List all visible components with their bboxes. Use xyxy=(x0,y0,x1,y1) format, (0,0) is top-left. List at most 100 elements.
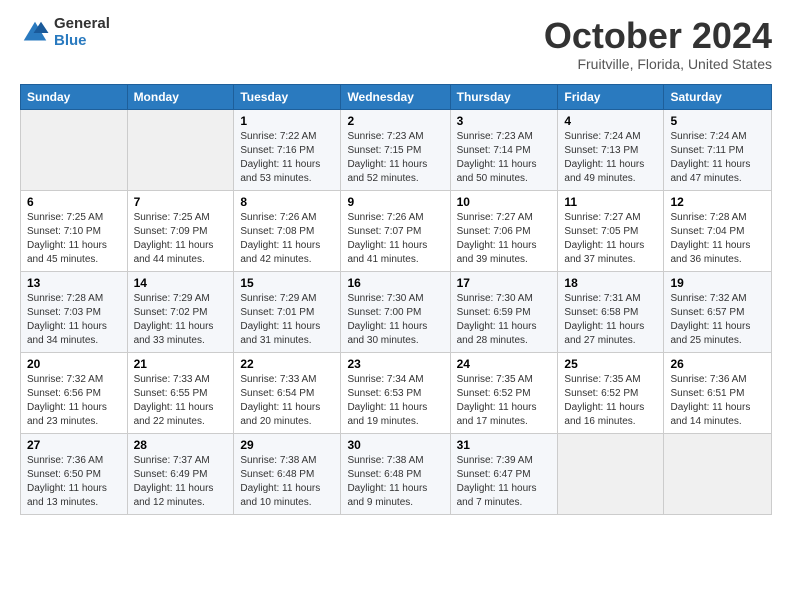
day-info: Sunrise: 7:29 AMSunset: 7:02 PMDaylight:… xyxy=(134,292,228,348)
day-number: 12 xyxy=(670,195,765,209)
day-number: 31 xyxy=(457,438,552,452)
day-number: 20 xyxy=(27,357,121,371)
calendar-cell: 22 Sunrise: 7:33 AMSunset: 6:54 PMDayligh… xyxy=(234,352,341,433)
calendar-cell: 13 Sunrise: 7:28 AMSunset: 7:03 PMDayligh… xyxy=(21,271,128,352)
calendar-cell: 24 Sunrise: 7:35 AMSunset: 6:52 PMDayligh… xyxy=(450,352,558,433)
day-info: Sunrise: 7:36 AMSunset: 6:50 PMDaylight:… xyxy=(27,454,121,510)
calendar-cell: 26 Sunrise: 7:36 AMSunset: 6:51 PMDayligh… xyxy=(664,352,772,433)
day-info: Sunrise: 7:33 AMSunset: 6:54 PMDaylight:… xyxy=(240,373,334,429)
day-info: Sunrise: 7:28 AMSunset: 7:03 PMDaylight:… xyxy=(27,292,121,348)
day-number: 15 xyxy=(240,276,334,290)
day-info: Sunrise: 7:32 AMSunset: 6:57 PMDaylight:… xyxy=(670,292,765,348)
day-number: 13 xyxy=(27,276,121,290)
calendar-cell xyxy=(127,109,234,190)
day-info: Sunrise: 7:22 AMSunset: 7:16 PMDaylight:… xyxy=(240,130,334,186)
day-info: Sunrise: 7:29 AMSunset: 7:01 PMDaylight:… xyxy=(240,292,334,348)
day-info: Sunrise: 7:35 AMSunset: 6:52 PMDaylight:… xyxy=(457,373,552,429)
calendar-cell: 28 Sunrise: 7:37 AMSunset: 6:49 PMDayligh… xyxy=(127,433,234,514)
weekday-sunday: Sunday xyxy=(21,84,128,109)
calendar-cell: 18 Sunrise: 7:31 AMSunset: 6:58 PMDayligh… xyxy=(558,271,664,352)
calendar-cell: 27Sunrise: 7:36 AMSunset: 6:50 PMDayligh… xyxy=(21,433,128,514)
calendar-cell: 14 Sunrise: 7:29 AMSunset: 7:02 PMDayligh… xyxy=(127,271,234,352)
day-number: 25 xyxy=(564,357,657,371)
day-number: 24 xyxy=(457,357,552,371)
day-number: 9 xyxy=(347,195,443,209)
day-info: Sunrise: 7:39 AMSunset: 6:47 PMDaylight:… xyxy=(457,454,552,510)
calendar-cell: 8Sunrise: 7:26 AMSunset: 7:08 PMDaylight… xyxy=(234,190,341,271)
calendar-cell: 21Sunrise: 7:33 AMSunset: 6:55 PMDayligh… xyxy=(127,352,234,433)
calendar-cell xyxy=(558,433,664,514)
calendar-header: SundayMondayTuesdayWednesdayThursdayFrid… xyxy=(21,84,772,109)
header: General Blue October 2024 Fruitville, Fl… xyxy=(20,16,772,72)
week-row-2: 13 Sunrise: 7:28 AMSunset: 7:03 PMDayligh… xyxy=(21,271,772,352)
day-number: 18 xyxy=(564,276,657,290)
day-number: 26 xyxy=(670,357,765,371)
logo-general: General xyxy=(54,16,110,33)
calendar-cell: 2Sunrise: 7:23 AMSunset: 7:15 PMDaylight… xyxy=(341,109,450,190)
day-number: 3 xyxy=(457,114,552,128)
day-number: 2 xyxy=(347,114,443,128)
week-row-1: 6 Sunrise: 7:25 AMSunset: 7:10 PMDaylight… xyxy=(21,190,772,271)
calendar-cell: 4 Sunrise: 7:24 AMSunset: 7:13 PMDaylight… xyxy=(558,109,664,190)
calendar-cell xyxy=(21,109,128,190)
day-info: Sunrise: 7:30 AMSunset: 7:00 PMDaylight:… xyxy=(347,292,443,348)
calendar-cell: 20Sunrise: 7:32 AMSunset: 6:56 PMDayligh… xyxy=(21,352,128,433)
weekday-monday: Monday xyxy=(127,84,234,109)
day-number: 30 xyxy=(347,438,443,452)
logo-blue-text: Blue xyxy=(54,33,110,50)
day-info: Sunrise: 7:28 AMSunset: 7:04 PMDaylight:… xyxy=(670,211,765,267)
day-info: Sunrise: 7:37 AMSunset: 6:49 PMDaylight:… xyxy=(134,454,228,510)
day-info: Sunrise: 7:30 AMSunset: 6:59 PMDaylight:… xyxy=(457,292,552,348)
day-number: 4 xyxy=(564,114,657,128)
calendar-cell: 12 Sunrise: 7:28 AMSunset: 7:04 PMDayligh… xyxy=(664,190,772,271)
calendar-cell: 23 Sunrise: 7:34 AMSunset: 6:53 PMDayligh… xyxy=(341,352,450,433)
day-info: Sunrise: 7:33 AMSunset: 6:55 PMDaylight:… xyxy=(134,373,228,429)
calendar-cell xyxy=(664,433,772,514)
calendar-cell: 6 Sunrise: 7:25 AMSunset: 7:10 PMDaylight… xyxy=(21,190,128,271)
week-row-4: 27Sunrise: 7:36 AMSunset: 6:50 PMDayligh… xyxy=(21,433,772,514)
day-info: Sunrise: 7:31 AMSunset: 6:58 PMDaylight:… xyxy=(564,292,657,348)
weekday-saturday: Saturday xyxy=(664,84,772,109)
weekday-wednesday: Wednesday xyxy=(341,84,450,109)
day-info: Sunrise: 7:27 AMSunset: 7:05 PMDaylight:… xyxy=(564,211,657,267)
day-number: 17 xyxy=(457,276,552,290)
calendar-body: 1Sunrise: 7:22 AMSunset: 7:16 PMDaylight… xyxy=(21,109,772,514)
day-number: 19 xyxy=(670,276,765,290)
calendar-cell: 17 Sunrise: 7:30 AMSunset: 6:59 PMDayligh… xyxy=(450,271,558,352)
logo-icon xyxy=(20,18,50,48)
weekday-tuesday: Tuesday xyxy=(234,84,341,109)
day-number: 29 xyxy=(240,438,334,452)
calendar-cell: 19 Sunrise: 7:32 AMSunset: 6:57 PMDayligh… xyxy=(664,271,772,352)
calendar-cell: 3 Sunrise: 7:23 AMSunset: 7:14 PMDaylight… xyxy=(450,109,558,190)
day-info: Sunrise: 7:36 AMSunset: 6:51 PMDaylight:… xyxy=(670,373,765,429)
day-info: Sunrise: 7:35 AMSunset: 6:52 PMDaylight:… xyxy=(564,373,657,429)
day-number: 23 xyxy=(347,357,443,371)
day-number: 16 xyxy=(347,276,443,290)
day-info: Sunrise: 7:34 AMSunset: 6:53 PMDaylight:… xyxy=(347,373,443,429)
day-number: 11 xyxy=(564,195,657,209)
day-number: 5 xyxy=(670,114,765,128)
calendar-cell: 30Sunrise: 7:38 AMSunset: 6:48 PMDayligh… xyxy=(341,433,450,514)
day-number: 7 xyxy=(134,195,228,209)
day-number: 6 xyxy=(27,195,121,209)
day-info: Sunrise: 7:26 AMSunset: 7:08 PMDaylight:… xyxy=(240,211,334,267)
day-info: Sunrise: 7:38 AMSunset: 6:48 PMDaylight:… xyxy=(240,454,334,510)
logo-text: General Blue xyxy=(54,16,110,49)
day-number: 28 xyxy=(134,438,228,452)
day-info: Sunrise: 7:26 AMSunset: 7:07 PMDaylight:… xyxy=(347,211,443,267)
day-info: Sunrise: 7:27 AMSunset: 7:06 PMDaylight:… xyxy=(457,211,552,267)
calendar-cell: 29 Sunrise: 7:38 AMSunset: 6:48 PMDayligh… xyxy=(234,433,341,514)
calendar-cell: 1Sunrise: 7:22 AMSunset: 7:16 PMDaylight… xyxy=(234,109,341,190)
calendar-cell: 5Sunrise: 7:24 AMSunset: 7:11 PMDaylight… xyxy=(664,109,772,190)
calendar-table: SundayMondayTuesdayWednesdayThursdayFrid… xyxy=(20,84,772,515)
calendar-cell: 7Sunrise: 7:25 AMSunset: 7:09 PMDaylight… xyxy=(127,190,234,271)
month-title: October 2024 xyxy=(544,16,772,56)
week-row-0: 1Sunrise: 7:22 AMSunset: 7:16 PMDaylight… xyxy=(21,109,772,190)
week-row-3: 20Sunrise: 7:32 AMSunset: 6:56 PMDayligh… xyxy=(21,352,772,433)
day-number: 14 xyxy=(134,276,228,290)
day-info: Sunrise: 7:24 AMSunset: 7:13 PMDaylight:… xyxy=(564,130,657,186)
calendar-cell: 10Sunrise: 7:27 AMSunset: 7:06 PMDayligh… xyxy=(450,190,558,271)
day-number: 22 xyxy=(240,357,334,371)
day-info: Sunrise: 7:23 AMSunset: 7:14 PMDaylight:… xyxy=(457,130,552,186)
day-info: Sunrise: 7:25 AMSunset: 7:10 PMDaylight:… xyxy=(27,211,121,267)
